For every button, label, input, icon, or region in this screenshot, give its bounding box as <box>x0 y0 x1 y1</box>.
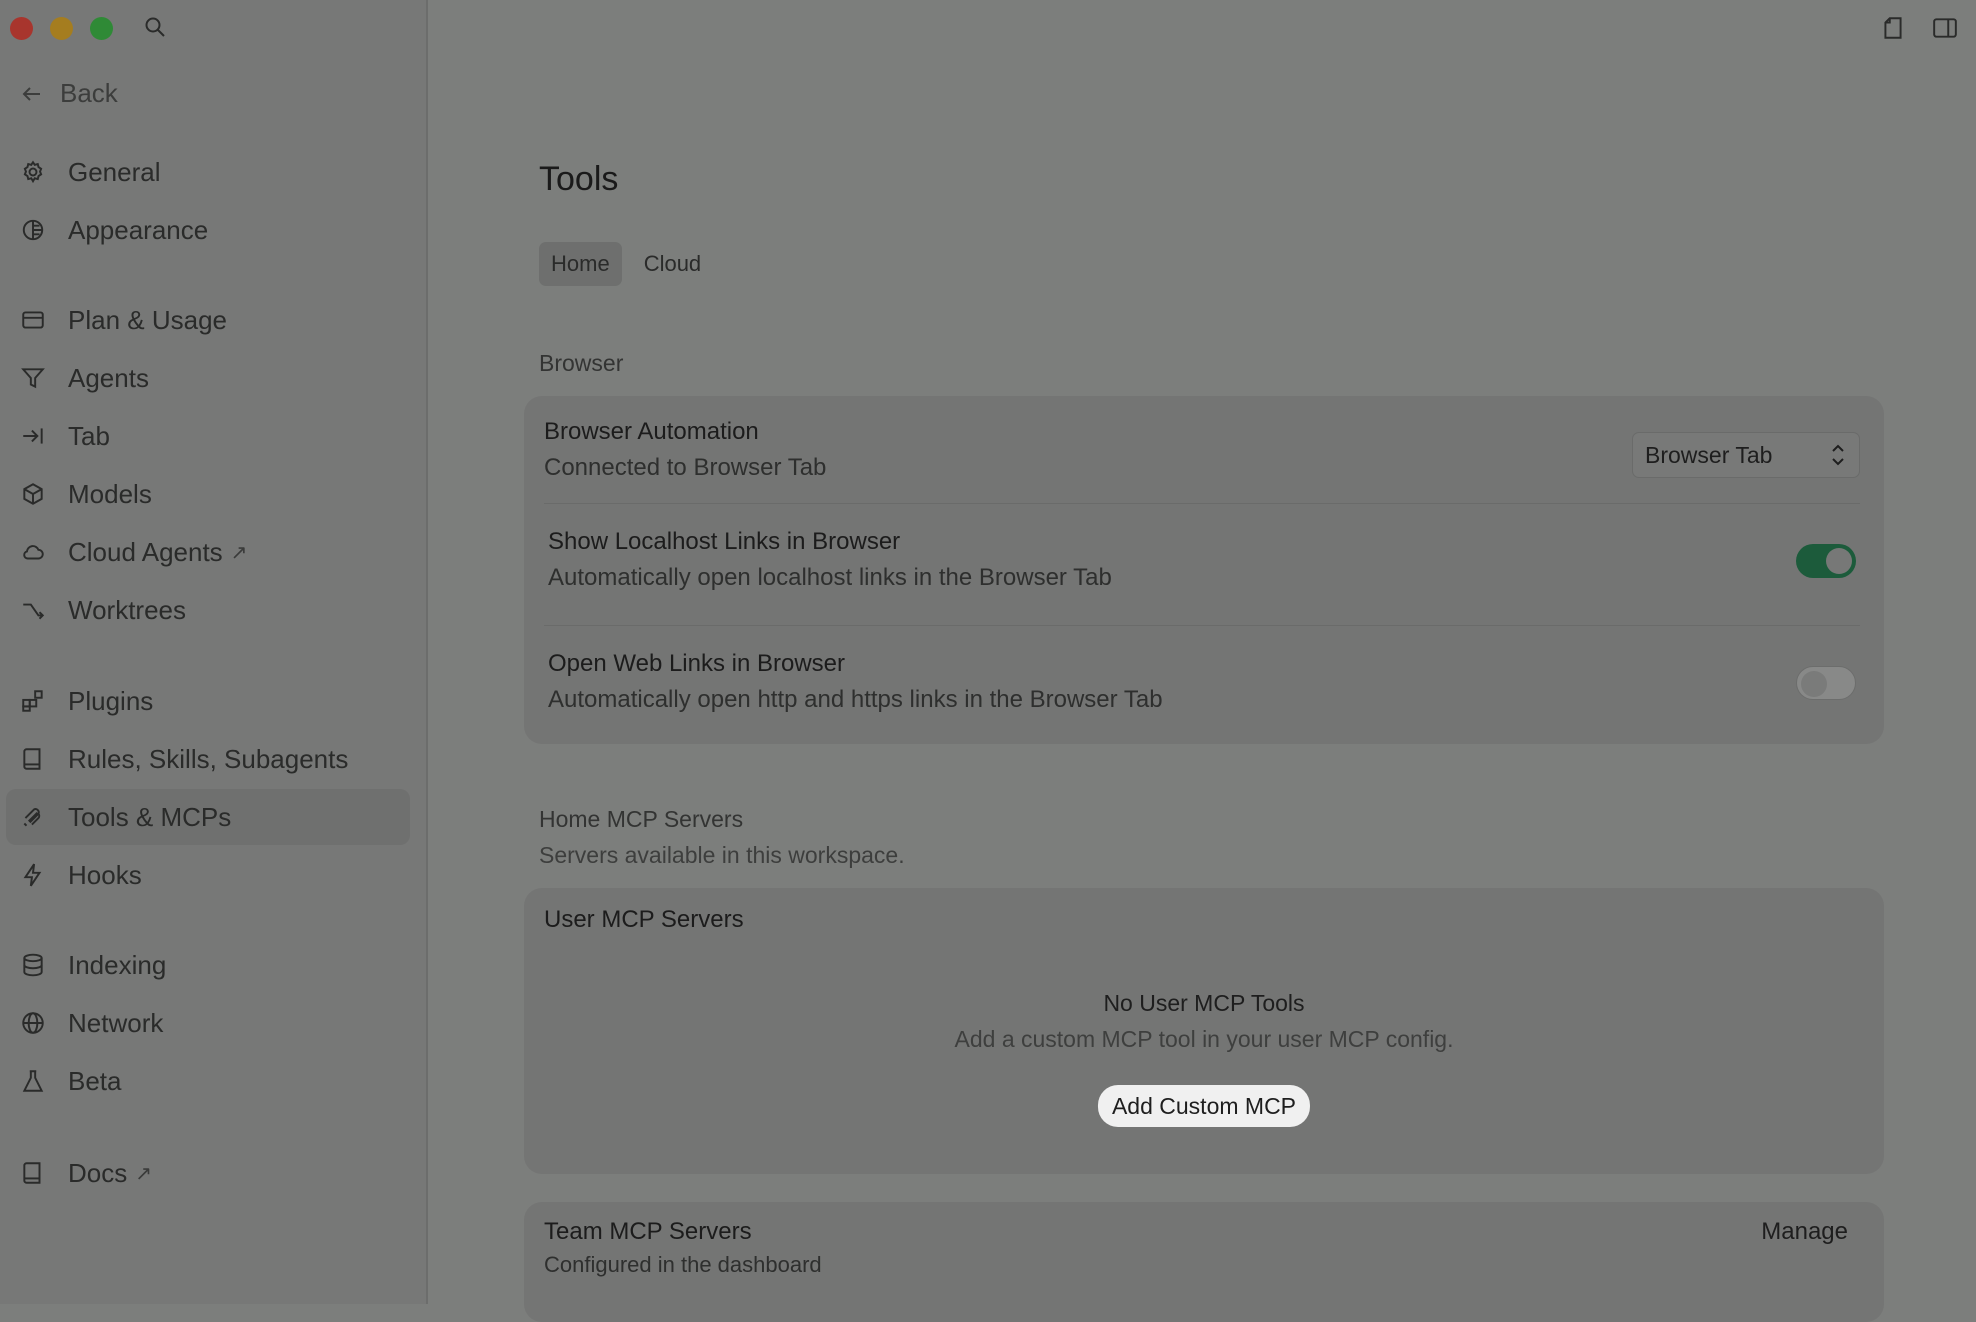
toggle-knob <box>1801 671 1827 697</box>
sidebar-item-label: Tools & MCPs <box>68 801 232 832</box>
browser-automation-select[interactable]: Browser Tab <box>1632 432 1860 478</box>
sidebar-item-plugins[interactable]: Plugins <box>6 673 410 729</box>
sidebar-item-label: Models <box>68 478 152 509</box>
sidebar-item-models[interactable]: Models <box>6 466 410 522</box>
flask-icon <box>20 1068 46 1094</box>
external-link-icon: ↗ <box>230 541 248 564</box>
sidebar: Back General Appearance Plan & Usage Age… <box>0 0 428 1304</box>
page-title: Tools <box>539 160 619 198</box>
funnel-icon <box>20 365 46 391</box>
minimize-window-button[interactable] <box>50 17 73 40</box>
sidebar-item-label: Network <box>68 1007 164 1038</box>
sidebar-item-label: Beta <box>68 1065 122 1096</box>
bolt-icon <box>20 862 46 888</box>
sidebar-item-label: Docs <box>68 1157 128 1188</box>
external-link-icon: ↗ <box>135 1162 153 1185</box>
sidebar-item-label: General <box>68 156 161 187</box>
mcp-section-label: Home MCP Servers <box>539 806 744 832</box>
sidebar-item-worktrees[interactable]: Worktrees <box>6 582 410 638</box>
back-button[interactable]: Back <box>20 78 118 109</box>
sidebar-item-label: Rules, Skills, Subagents <box>68 743 349 774</box>
empty-state-subtitle: Add a custom MCP tool in your user MCP c… <box>954 1026 1454 1052</box>
sidebar-item-tools-mcps[interactable]: Tools & MCPs <box>6 789 410 845</box>
divider <box>544 503 1860 504</box>
new-document-icon[interactable] <box>1880 15 1906 41</box>
contrast-icon <box>20 217 46 243</box>
sidebar-item-label: Cloud Agents <box>68 536 223 567</box>
toggle-panel-icon[interactable] <box>1932 15 1958 41</box>
tab-cloud[interactable]: Cloud <box>632 242 713 286</box>
zoom-window-button[interactable] <box>90 17 113 40</box>
search-icon[interactable] <box>143 15 167 39</box>
cloud-icon <box>20 539 46 565</box>
chevron-up-down-icon <box>1832 444 1844 466</box>
sidebar-item-network[interactable]: Network <box>6 995 410 1051</box>
sidebar-item-label: Hooks <box>68 859 142 890</box>
sidebar-item-label: Appearance <box>68 214 209 245</box>
settings-window: Back General Appearance Plan & Usage Age… <box>0 0 1976 1322</box>
sidebar-item-hooks[interactable]: Hooks <box>6 847 410 903</box>
toggle-knob <box>1826 548 1852 574</box>
team-mcp-header: Team MCP Servers Configured in the dashb… <box>544 1218 1860 1278</box>
sidebar-item-label: Plugins <box>68 685 154 716</box>
sidebar-item-docs[interactable]: Docs ↗ <box>6 1145 410 1201</box>
tools-icon <box>20 804 46 830</box>
browser-settings-card: Browser Automation Connected to Browser … <box>524 396 1884 744</box>
sidebar-item-general[interactable]: General <box>6 144 410 200</box>
sidebar-item-label: Plan & Usage <box>68 304 227 335</box>
empty-state-title: No User MCP Tools <box>1103 990 1305 1016</box>
sidebar-item-tab[interactable]: Tab <box>6 408 410 464</box>
puzzle-icon <box>20 688 46 714</box>
localhost-links-subtitle: Automatically open localhost links in th… <box>548 564 1112 591</box>
main-content: Tools Home Cloud Browser Browser Automat… <box>428 0 1976 1322</box>
book-icon <box>20 746 46 772</box>
tab-bar: Home Cloud <box>539 242 713 286</box>
team-mcp-subtitle: Configured in the dashboard <box>544 1252 822 1277</box>
manage-button[interactable]: Manage <box>1761 1218 1848 1246</box>
gear-icon <box>20 159 46 185</box>
web-links-title: Open Web Links in Browser <box>548 650 846 677</box>
sidebar-item-label: Worktrees <box>68 594 186 625</box>
card-icon <box>20 307 46 333</box>
cube-icon <box>20 481 46 507</box>
arrow-left-icon <box>22 86 40 101</box>
book-icon <box>20 1160 46 1186</box>
user-mcp-header: User MCP Servers <box>544 906 1860 934</box>
database-icon <box>20 952 46 978</box>
user-mcp-title: User MCP Servers <box>544 906 744 933</box>
sidebar-item-label: Indexing <box>68 949 167 980</box>
branch-icon <box>20 597 46 623</box>
back-label: Back <box>60 78 118 108</box>
globe-icon <box>20 1010 46 1036</box>
sidebar-item-label: Tab <box>68 420 110 451</box>
tab-home[interactable]: Home <box>539 242 622 286</box>
localhost-links-toggle[interactable] <box>1796 544 1856 578</box>
browser-automation-select-value: Browser Tab <box>1645 441 1773 468</box>
team-mcp-title: Team MCP Servers <box>544 1218 752 1245</box>
sidebar-item-plan-usage[interactable]: Plan & Usage <box>6 292 410 348</box>
sidebar-item-beta[interactable]: Beta <box>6 1053 410 1109</box>
tab-arrow-icon <box>20 423 46 449</box>
divider <box>544 625 1860 626</box>
browser-section-label: Browser <box>539 350 624 376</box>
sidebar-item-agents[interactable]: Agents <box>6 350 410 406</box>
mcp-section-subtitle: Servers available in this workspace. <box>539 842 905 868</box>
close-window-button[interactable] <box>10 17 33 40</box>
web-links-subtitle: Automatically open http and https links … <box>548 686 1163 713</box>
sidebar-item-appearance[interactable]: Appearance <box>6 202 410 258</box>
sidebar-item-cloud-agents[interactable]: Cloud Agents ↗ <box>6 524 410 580</box>
sidebar-item-rules-skills-subagents[interactable]: Rules, Skills, Subagents <box>6 731 410 787</box>
window-controls <box>10 17 113 40</box>
web-links-row: Open Web Links in Browser Automatically … <box>548 650 1860 714</box>
web-links-toggle[interactable] <box>1796 666 1856 700</box>
sidebar-item-indexing[interactable]: Indexing <box>6 937 410 993</box>
sidebar-item-label: Agents <box>68 362 149 393</box>
user-mcp-card: User MCP Servers No User MCP Tools Add a… <box>524 888 1884 1174</box>
add-custom-mcp-button[interactable]: Add Custom MCP <box>1097 1085 1311 1127</box>
localhost-links-title: Show Localhost Links in Browser <box>548 528 901 555</box>
localhost-links-row: Show Localhost Links in Browser Automati… <box>548 528 1860 592</box>
team-mcp-card: Team MCP Servers Configured in the dashb… <box>524 1202 1884 1322</box>
